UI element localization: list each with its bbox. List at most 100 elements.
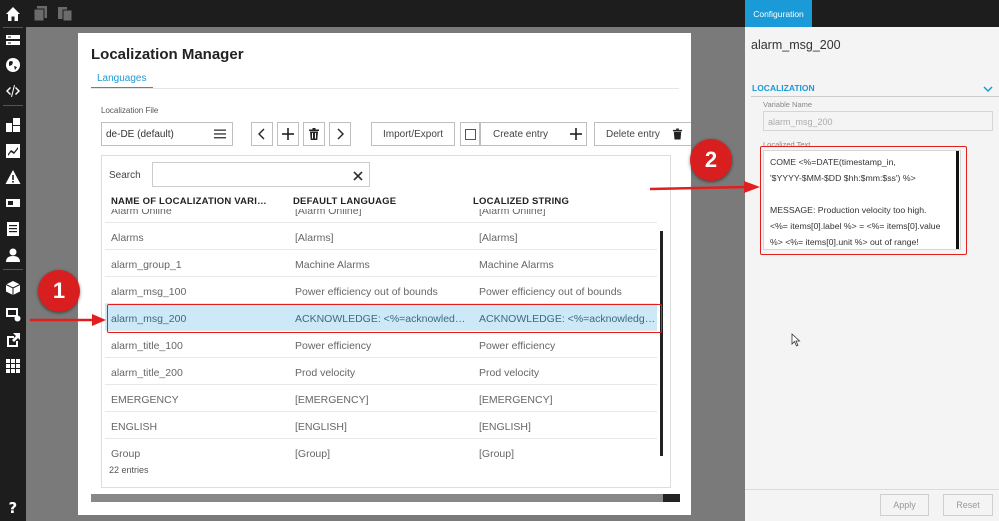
- localization-file-label: Localization File: [101, 106, 159, 115]
- tab-configuration[interactable]: Configuration: [745, 0, 812, 27]
- table-body: Alarm Online [Alarm Online] [Alarm Online]…: [105, 209, 657, 459]
- config-title: alarm_msg_200: [751, 38, 841, 52]
- paste-icon[interactable]: [58, 6, 73, 22]
- config-footer-divider: [745, 489, 999, 490]
- cell-name: EMERGENCY: [111, 394, 179, 406]
- delete-entry-label: Delete entry: [606, 128, 660, 140]
- cell-localized: [ENGLISH]: [479, 421, 531, 433]
- top-toolbar: [26, 0, 745, 27]
- table-row[interactable]: ENGLISH [ENGLISH] [ENGLISH]: [105, 412, 657, 439]
- delete-entry-button[interactable]: Delete entry: [594, 122, 691, 146]
- create-entry-label: Create entry: [493, 128, 549, 140]
- localization-section-header[interactable]: LOCALIZATION: [751, 78, 999, 97]
- column-header-localized-string[interactable]: LOCALIZED STRING: [473, 196, 569, 207]
- left-navigation: ?: [0, 0, 26, 521]
- cell-default: Prod velocity: [295, 367, 356, 379]
- alarm-icon[interactable]: [4, 168, 22, 186]
- configuration-panel: Configuration alarm_msg_200 LOCALIZATION…: [745, 0, 999, 521]
- table-row[interactable]: Alarms [Alarms] [Alarms]: [105, 223, 657, 250]
- scrollbar-thumb[interactable]: [663, 494, 680, 502]
- localization-manager-panel: Localization Manager Languages Localizat…: [78, 33, 691, 515]
- next-button[interactable]: [329, 122, 351, 146]
- add-button[interactable]: [277, 122, 299, 146]
- page-title: Localization Manager: [91, 46, 244, 63]
- column-header-default-language[interactable]: DEFAULT LANGUAGE: [293, 196, 396, 207]
- column-header-name[interactable]: NAME OF LOCALIZATION VARI…: [111, 196, 267, 207]
- cell-default: Power efficiency: [295, 340, 372, 352]
- cell-default: [ENGLISH]: [295, 421, 347, 433]
- help-icon[interactable]: ?: [4, 498, 22, 516]
- cell-name: Alarm Online: [111, 209, 172, 217]
- close-icon[interactable]: [353, 168, 365, 181]
- list-icon[interactable]: [4, 220, 22, 238]
- reset-button[interactable]: Reset: [943, 494, 993, 516]
- table-row[interactable]: Group [Group] [Group]: [105, 439, 657, 459]
- trash-icon: [309, 128, 319, 140]
- code-icon[interactable]: [4, 82, 22, 100]
- localization-file-value: de-DE (default): [106, 129, 174, 140]
- cell-default: [Alarms]: [295, 232, 334, 244]
- remote-icon[interactable]: [4, 305, 22, 323]
- menu-icon[interactable]: [214, 128, 226, 140]
- package-icon[interactable]: [4, 279, 22, 297]
- select-checkbox[interactable]: [460, 122, 480, 146]
- variable-name-label: Variable Name: [763, 100, 813, 109]
- chevron-down-icon[interactable]: [983, 81, 993, 93]
- table-row[interactable]: alarm_title_200 Prod velocity Prod velocit…: [105, 358, 657, 385]
- user-icon[interactable]: [4, 246, 22, 264]
- previous-button[interactable]: [251, 122, 273, 146]
- cell-localized: Power efficiency: [479, 340, 556, 352]
- widgets-icon[interactable]: [4, 116, 22, 134]
- section-label: LOCALIZATION: [752, 83, 815, 93]
- cell-default: [Alarm Online]: [295, 209, 362, 217]
- table-row[interactable]: alarm_title_100 Power efficiency Power eff…: [105, 331, 657, 358]
- cell-localized: Machine Alarms: [479, 259, 554, 271]
- plus-icon: [282, 128, 294, 140]
- svg-text:?: ?: [9, 499, 18, 515]
- localization-file-select[interactable]: de-DE (default): [101, 122, 233, 146]
- screens-icon[interactable]: [4, 31, 22, 49]
- create-entry-button[interactable]: Create entry: [480, 122, 587, 146]
- apply-button[interactable]: Apply: [880, 494, 929, 516]
- cell-default: [EMERGENCY]: [295, 394, 369, 406]
- annotation-arrow-1: [30, 314, 106, 326]
- table-row[interactable]: EMERGENCY [EMERGENCY] [EMERGENCY]: [105, 385, 657, 412]
- search-label: Search: [109, 170, 141, 181]
- tab-divider: [91, 88, 679, 89]
- cell-localized: [Alarms]: [479, 232, 518, 244]
- copy-icon[interactable]: [33, 6, 48, 22]
- config-tabbar: Configuration: [745, 0, 999, 27]
- chevron-right-icon: [337, 128, 344, 140]
- globe-icon[interactable]: [4, 56, 22, 74]
- import-export-button[interactable]: Import/Export: [371, 122, 455, 146]
- annotation-badge-2: 2: [690, 139, 732, 181]
- cell-name: Group: [111, 448, 141, 459]
- tab-languages[interactable]: Languages: [91, 73, 153, 89]
- delete-button[interactable]: [303, 122, 325, 146]
- cell-name: alarm_title_200: [111, 367, 183, 379]
- search-input[interactable]: [152, 162, 370, 187]
- mouse-cursor-icon: [791, 333, 801, 347]
- cell-name: ENGLISH: [111, 421, 158, 433]
- entries-count: 22 entries: [109, 465, 149, 475]
- plus-icon: [570, 128, 583, 140]
- chevron-left-icon: [258, 128, 265, 140]
- variable-name-field: alarm_msg_200: [763, 111, 993, 131]
- annotation-highlight-row: [107, 304, 662, 333]
- horizontal-scrollbar[interactable]: [91, 494, 680, 502]
- table-scrollbar[interactable]: [660, 231, 663, 456]
- cell-name: alarm_msg_100: [111, 286, 187, 298]
- table-row[interactable]: Alarm Online [Alarm Online] [Alarm Online]: [105, 209, 657, 223]
- cell-localized: [EMERGENCY]: [479, 394, 553, 406]
- cell-default: Machine Alarms: [295, 259, 370, 271]
- cell-default: [Group]: [295, 448, 331, 459]
- home-icon[interactable]: [4, 5, 22, 23]
- annotation-arrow-2: [650, 181, 760, 193]
- table-row[interactable]: alarm_msg_100 Power efficiency out of bou…: [105, 277, 657, 304]
- grid-icon[interactable]: [4, 357, 22, 375]
- export-icon[interactable]: [4, 331, 22, 349]
- chart-icon[interactable]: [4, 142, 22, 160]
- cell-localized: Prod velocity: [479, 367, 540, 379]
- device-icon[interactable]: [4, 194, 22, 212]
- table-row[interactable]: alarm_group_1 Machine Alarms Machine Alarm…: [105, 250, 657, 277]
